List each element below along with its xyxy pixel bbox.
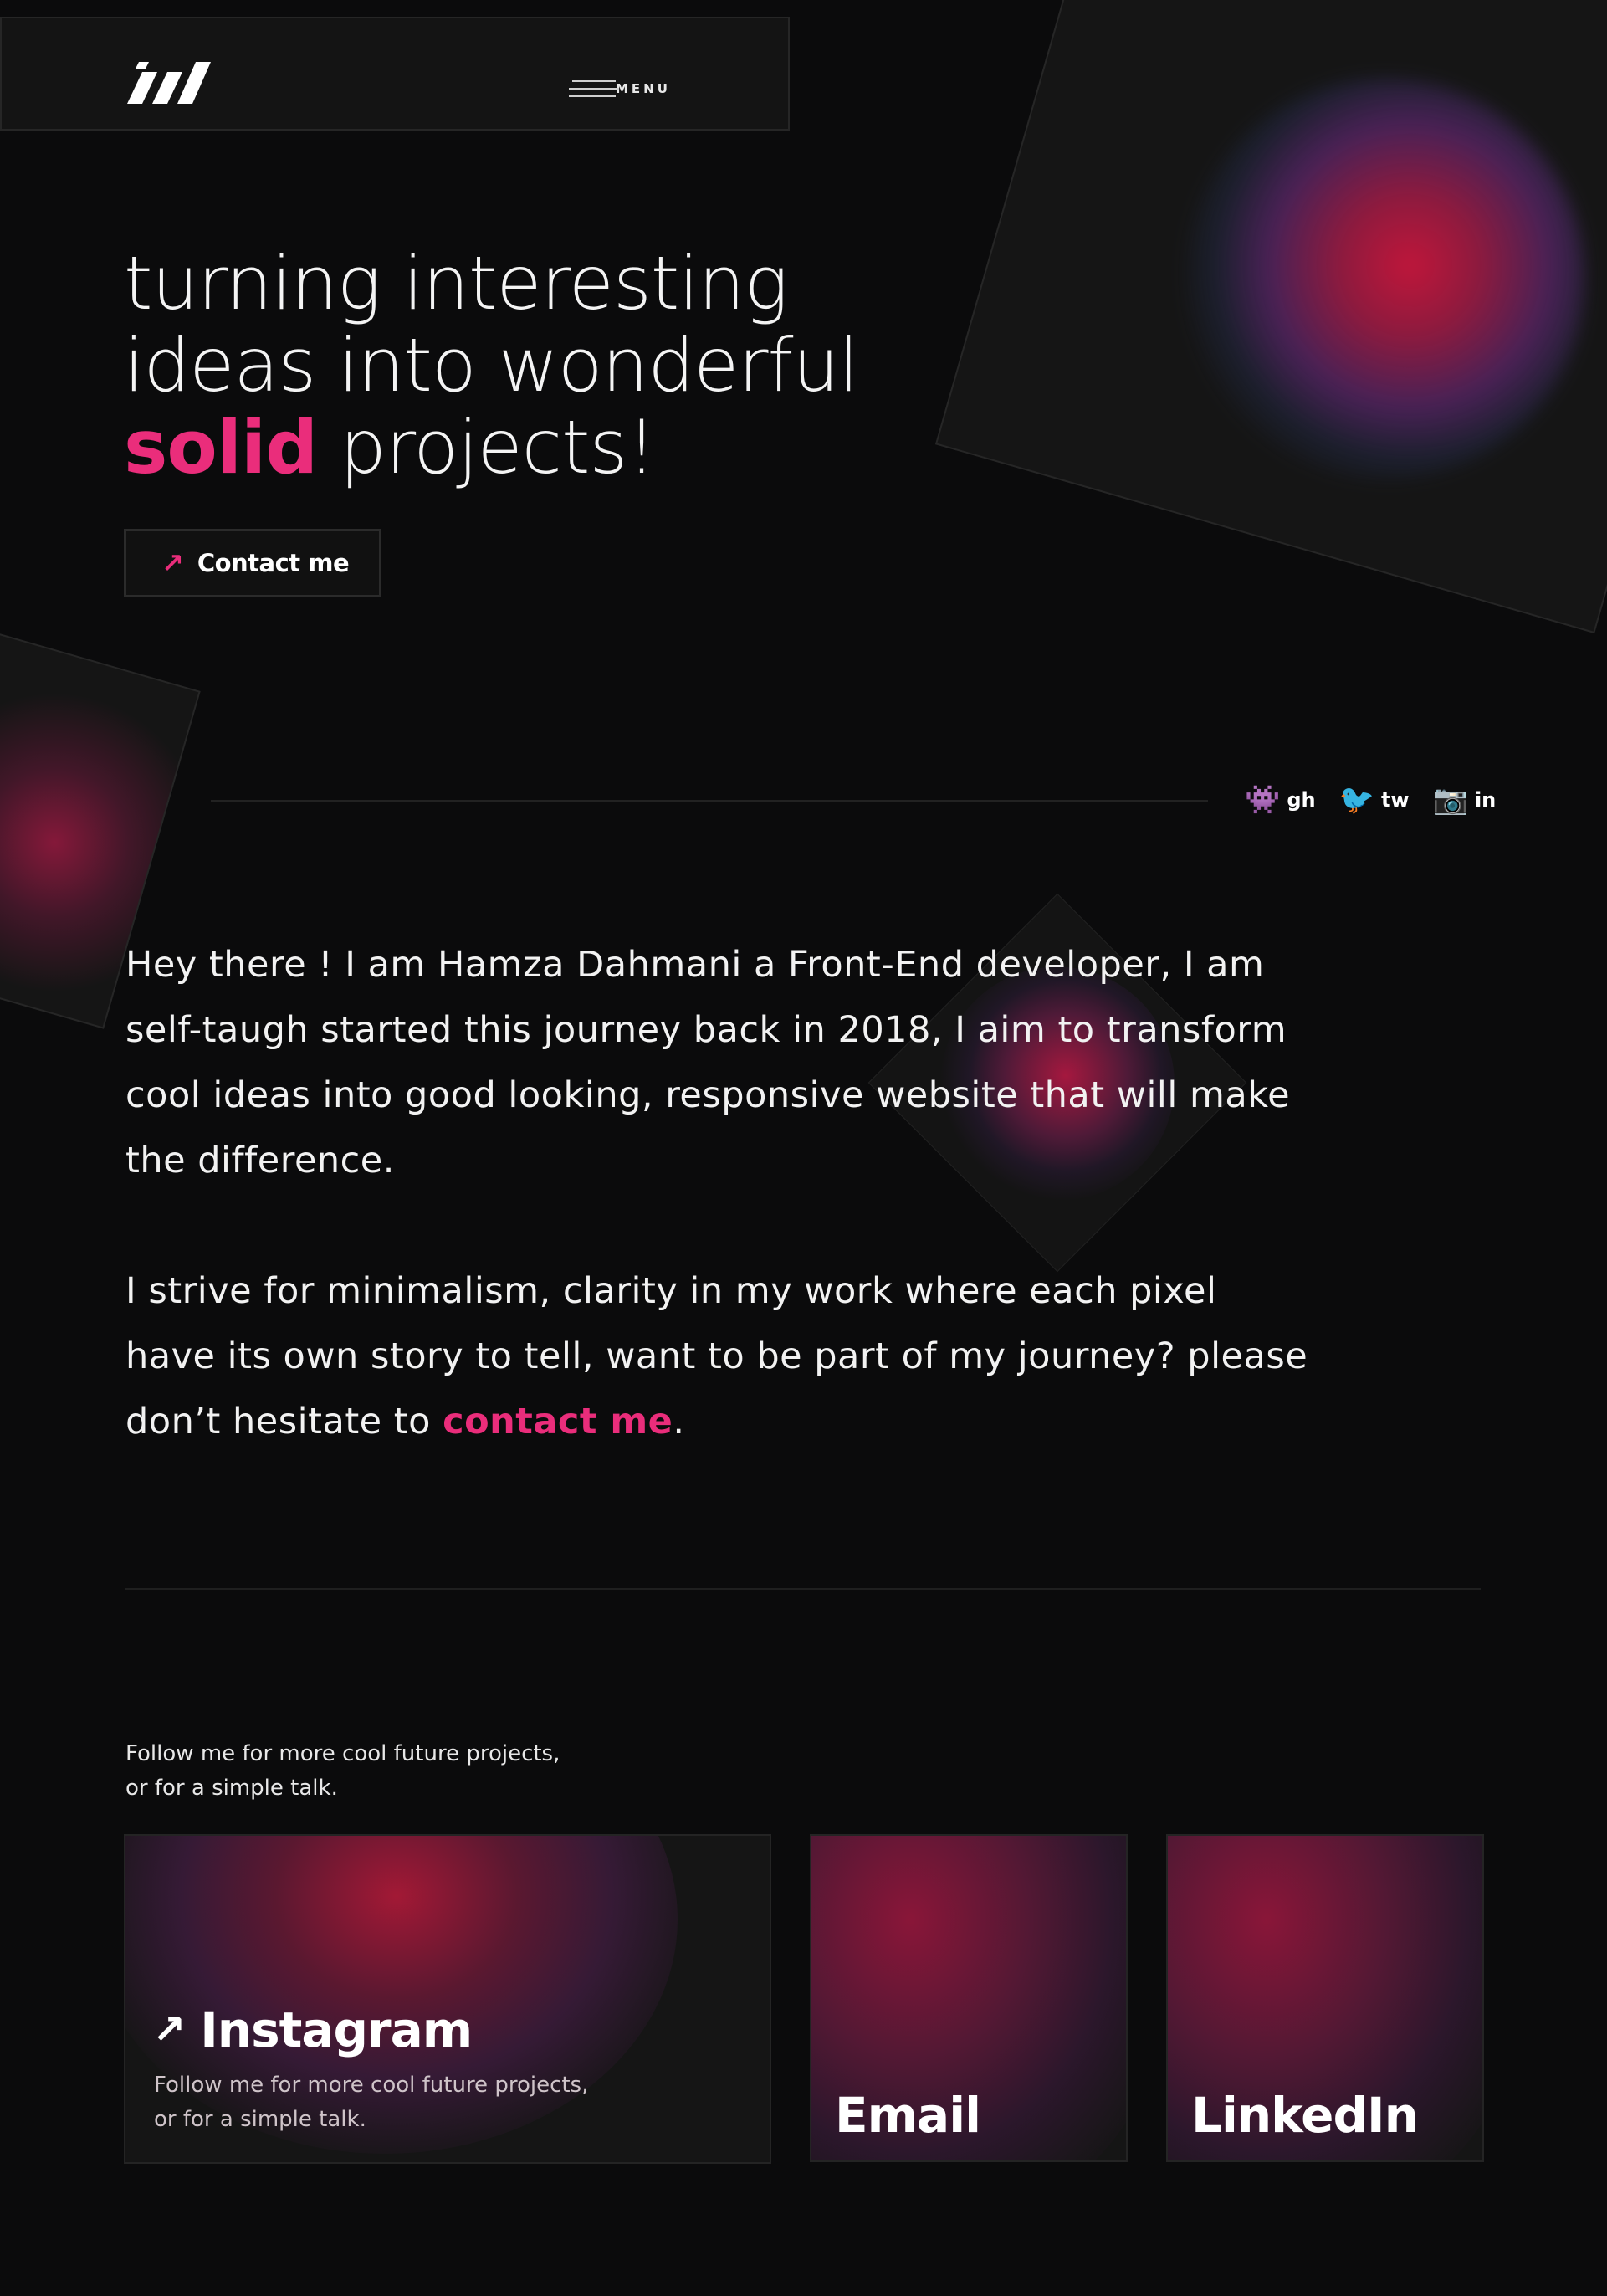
about-section: Hey there ! I am Hamza Dahmani a Front-E… [125,932,1313,1454]
social-link-gh[interactable]: 👾 gh [1245,783,1316,817]
contact-me-label: Contact me [197,549,350,577]
bird-icon: 🐦 [1338,783,1374,817]
contact-me-button[interactable]: ↗ Contact me [124,529,381,597]
section-divider [125,1588,1481,1590]
follow-text-line2: or for a simple talk. [125,1776,338,1801]
social-link-in[interactable]: 📷 in [1433,783,1497,817]
instagram-desc-line2: or for a simple talk. [154,2107,366,2132]
instagram-title-text: Instagram [200,2001,473,2058]
about-paragraph-2-end: . [673,1401,685,1443]
social-label-gh: gh [1287,788,1316,812]
header-bar: MENU [0,17,790,131]
instagram-card-title: ↗ Instagram [152,2001,473,2058]
hero-title-accent: solid [124,404,318,490]
divider [211,800,1208,802]
alien-monster-icon: 👾 [1245,783,1281,817]
about-paragraph-2-text: I strive for minimalism, clarity in my w… [125,1270,1308,1443]
menu-label: MENU [616,81,671,96]
social-label-in: in [1474,788,1497,812]
email-card[interactable]: Email [810,1834,1128,2162]
arrow-up-right-icon: ↗ [152,2006,186,2053]
hero-title-rest: projects! [317,404,657,490]
about-paragraph-2: I strive for minimalism, clarity in my w… [125,1258,1313,1454]
decorative-gradient-panel [934,0,1607,634]
hero-title-line2: ideas into wonderful [124,322,859,408]
hero-title-line1: turning interesting [124,240,788,326]
instagram-card[interactable]: ↗ Instagram Follow me for more cool futu… [124,1834,771,2164]
social-links: 👾 gh 🐦 tw 📷 in [1245,783,1496,817]
hero-title: turning interesting ideas into wonderful… [124,243,877,489]
about-paragraph-1: Hey there ! I am Hamza Dahmani a Front-E… [125,944,1291,1181]
follow-text: Follow me for more cool future projects,… [125,1737,627,1806]
social-label-tw: tw [1380,788,1410,812]
follow-text-line1: Follow me for more cool future projects, [125,1741,560,1766]
arrow-up-right-icon: ↗ [161,547,184,579]
contact-me-link[interactable]: contact me [443,1401,673,1443]
linkedin-card-title: LinkedIn [1191,2087,1419,2144]
linkedin-card[interactable]: LinkedIn [1166,1834,1484,2162]
menu-button[interactable]: MENU [569,77,671,100]
instagram-card-description: Follow me for more cool future projects,… [154,2068,622,2137]
hamburger-icon [569,77,619,100]
logo-icon[interactable] [127,57,211,107]
social-link-tw[interactable]: 🐦 tw [1339,783,1410,817]
camera-icon: 📷 [1432,783,1468,817]
instagram-desc-line1: Follow me for more cool future projects, [154,2073,589,2098]
email-card-title: Email [835,2087,981,2144]
